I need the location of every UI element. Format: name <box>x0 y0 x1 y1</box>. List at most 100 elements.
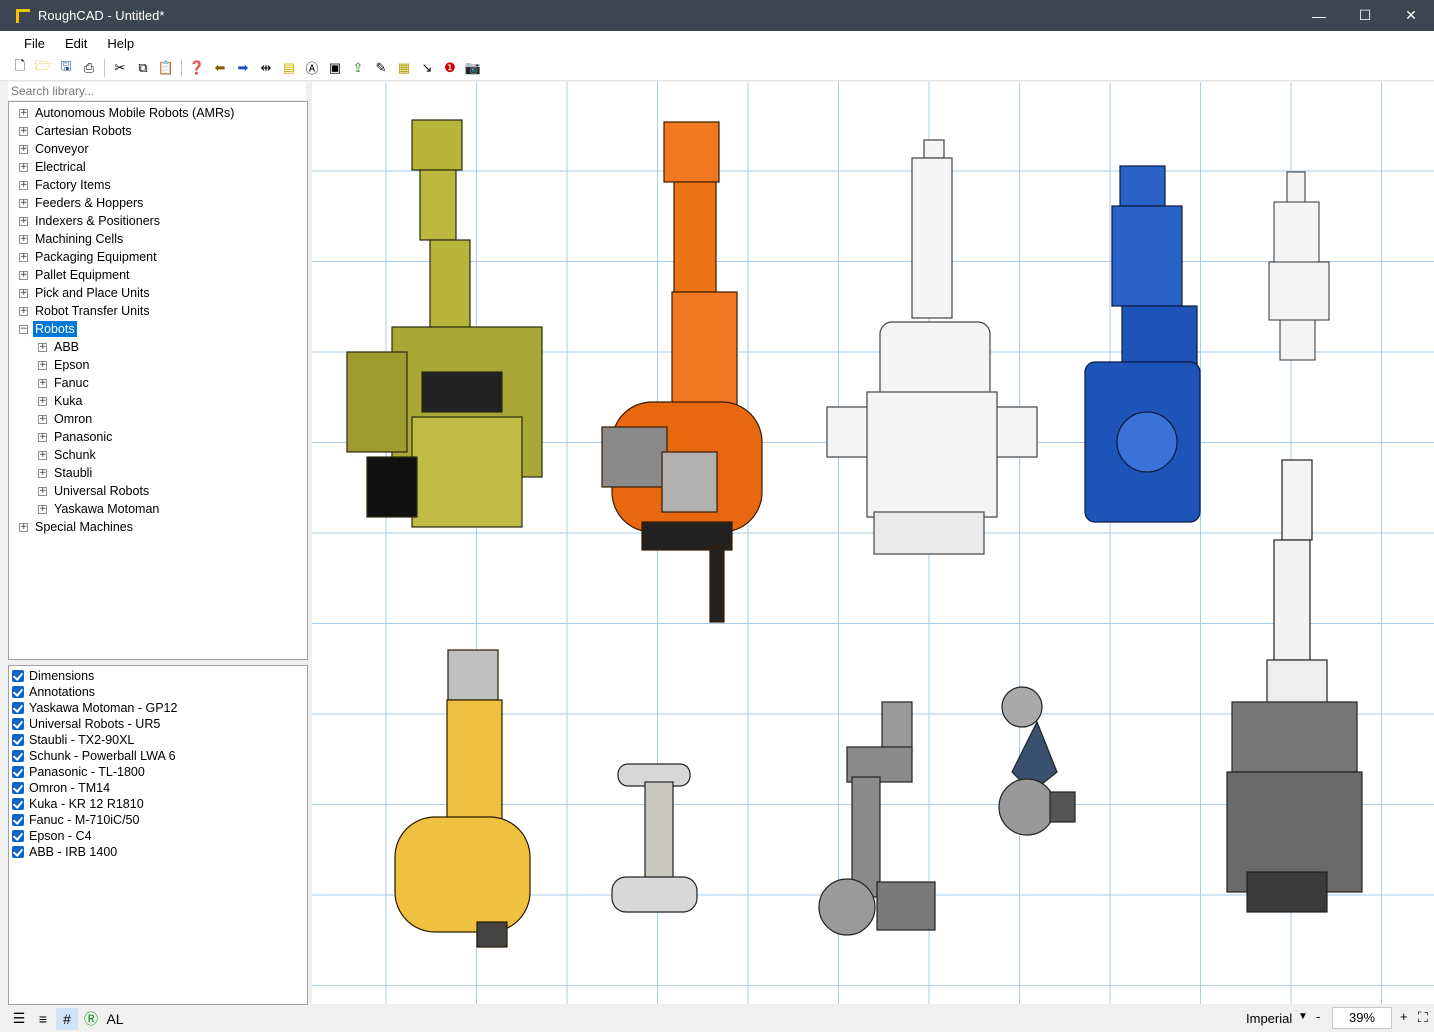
new-file-icon[interactable]: 🗋 <box>10 58 30 78</box>
minimize-button[interactable]: — <box>1296 0 1342 31</box>
expand-icon[interactable]: + <box>19 108 28 118</box>
expand-icon[interactable]: + <box>19 252 28 262</box>
expand-icon[interactable]: + <box>19 216 28 226</box>
zoom-fit-icon[interactable]: ⛶ <box>1418 1009 1428 1026</box>
tree-item-child[interactable]: + Schunk <box>38 446 98 464</box>
grid-toggle-icon[interactable]: # <box>56 1007 78 1030</box>
tree-item-child[interactable]: + Epson <box>38 356 91 374</box>
abb-robot-drawing[interactable] <box>394 649 531 948</box>
copy-icon[interactable]: ⧉ <box>133 58 153 78</box>
tree-item[interactable]: + Electrical <box>19 158 88 176</box>
collapse-icon[interactable]: − <box>19 324 28 334</box>
expand-icon[interactable]: + <box>38 378 47 388</box>
layer-checkbox[interactable] <box>12 718 24 730</box>
zoom-out-button[interactable]: - <box>1316 1009 1320 1024</box>
tree-item-robots[interactable]: − Robots <box>19 320 77 338</box>
search-input[interactable] <box>8 82 306 100</box>
expand-icon[interactable]: + <box>19 126 28 136</box>
layer-row[interactable]: Staubli - TX2-90XL <box>12 732 134 748</box>
expand-icon[interactable]: + <box>38 414 47 424</box>
expand-icon[interactable]: + <box>19 198 28 208</box>
layer-row[interactable]: Schunk - Powerball LWA 6 <box>12 748 176 764</box>
layer-row[interactable]: Yaskawa Motoman - GP12 <box>12 700 177 716</box>
tree-item[interactable]: + Indexers & Positioners <box>19 212 162 230</box>
layer-checkbox[interactable] <box>12 702 24 714</box>
fanuc-robot-drawing[interactable] <box>346 119 543 528</box>
tree-item-child[interactable]: + Omron <box>38 410 94 428</box>
layer-checkbox[interactable] <box>12 830 24 842</box>
layer-checkbox[interactable] <box>12 750 24 762</box>
zoom-level[interactable]: 39% <box>1332 1007 1392 1029</box>
expand-icon[interactable]: + <box>38 342 47 352</box>
menu-help[interactable]: Help <box>97 36 144 51</box>
expand-icon[interactable]: + <box>19 288 28 298</box>
paste-icon[interactable]: 📋 <box>156 58 176 78</box>
expand-icon[interactable]: + <box>19 234 28 244</box>
tree-item[interactable]: + Cartesian Robots <box>19 122 134 140</box>
kuka-robot-drawing[interactable] <box>601 121 763 623</box>
expand-icon[interactable]: + <box>38 360 47 370</box>
layer-row[interactable]: Epson - C4 <box>12 828 92 844</box>
layer-row[interactable]: Annotations <box>12 684 95 700</box>
layer-row[interactable]: Universal Robots - UR5 <box>12 716 160 732</box>
tree-item-child[interactable]: + Yaskawa Motoman <box>38 500 161 518</box>
tree-item[interactable]: + Robot Transfer Units <box>19 302 152 320</box>
undo-arrow-icon[interactable]: ⬅ <box>210 58 230 78</box>
tree-item-child[interactable]: + Kuka <box>38 392 85 410</box>
tree-item[interactable]: + Special Machines <box>19 518 135 536</box>
tree-item-child[interactable]: + Staubli <box>38 464 94 482</box>
cut-icon[interactable]: ✂ <box>110 58 130 78</box>
layer-row[interactable]: Dimensions <box>12 668 94 684</box>
layer-checkbox[interactable] <box>12 814 24 826</box>
layer-checkbox[interactable] <box>12 670 24 682</box>
layer-checkbox[interactable] <box>12 766 24 778</box>
save-icon[interactable]: 🖫 <box>56 58 76 78</box>
camera-icon[interactable]: 📷 <box>463 58 483 78</box>
dimension-tool-icon[interactable]: ⇹ <box>256 58 276 78</box>
layer-checkbox[interactable] <box>12 686 24 698</box>
tree-item[interactable]: + Machining Cells <box>19 230 125 248</box>
yaskawa-robot-drawing[interactable] <box>1084 165 1201 523</box>
text-annotation-icon[interactable]: Ⓐ <box>302 58 322 78</box>
chevron-down-icon[interactable]: ▼ <box>1298 1011 1308 1022</box>
schunk-robot-drawing[interactable] <box>818 701 936 936</box>
help-icon[interactable]: ❓ <box>187 58 207 78</box>
units-select[interactable]: Imperial <box>1246 1011 1292 1026</box>
pen-icon[interactable]: ✎ <box>371 58 391 78</box>
tree-item[interactable]: + Pick and Place Units <box>19 284 152 302</box>
expand-icon[interactable]: + <box>38 396 47 406</box>
layer-row[interactable]: ABB - IRB 1400 <box>12 844 117 860</box>
layer-checkbox[interactable] <box>12 734 24 746</box>
layer-row[interactable]: Panasonic - TL-1800 <box>12 764 145 780</box>
layer-checkbox[interactable] <box>12 782 24 794</box>
ruler-icon[interactable]: ▤ <box>279 58 299 78</box>
expand-icon[interactable]: + <box>19 180 28 190</box>
layer-checkbox[interactable] <box>12 846 24 858</box>
print-icon[interactable]: ⎙ <box>79 58 99 78</box>
expand-icon[interactable]: + <box>38 468 47 478</box>
expand-icon[interactable]: + <box>19 162 28 172</box>
expand-icon[interactable]: + <box>38 450 47 460</box>
universal-robots-drawing[interactable] <box>611 763 698 913</box>
layer-row[interactable]: Kuka - KR 12 R1810 <box>12 796 144 812</box>
maximize-button[interactable]: ☐ <box>1342 0 1388 31</box>
snap-icon[interactable]: Ⓡ <box>80 1008 102 1030</box>
tree-item[interactable]: + Feeders & Hoppers <box>19 194 145 212</box>
tree-view-icon[interactable]: ≡ <box>32 1008 54 1030</box>
expand-icon[interactable]: + <box>38 432 47 442</box>
layer-checkbox[interactable] <box>12 798 24 810</box>
open-folder-icon[interactable]: 🗁 <box>33 58 53 78</box>
tree-item-child[interactable]: + Fanuc <box>38 374 91 392</box>
expand-icon[interactable]: + <box>19 522 28 532</box>
tree-item-child[interactable]: + Universal Robots <box>38 482 151 500</box>
tree-item[interactable]: + Conveyor <box>19 140 91 158</box>
tree-item[interactable]: + Pallet Equipment <box>19 266 132 284</box>
omron-robot-drawing[interactable] <box>1268 171 1330 361</box>
expand-icon[interactable]: + <box>38 504 47 514</box>
tree-item-child[interactable]: + Panasonic <box>38 428 114 446</box>
grid-icon[interactable]: ▦ <box>394 58 414 78</box>
tree-item[interactable]: + Factory Items <box>19 176 113 194</box>
alert-badge-icon[interactable]: ❶ <box>440 58 460 78</box>
staubli-robot-drawing[interactable] <box>826 139 1038 555</box>
expand-icon[interactable]: + <box>38 486 47 496</box>
